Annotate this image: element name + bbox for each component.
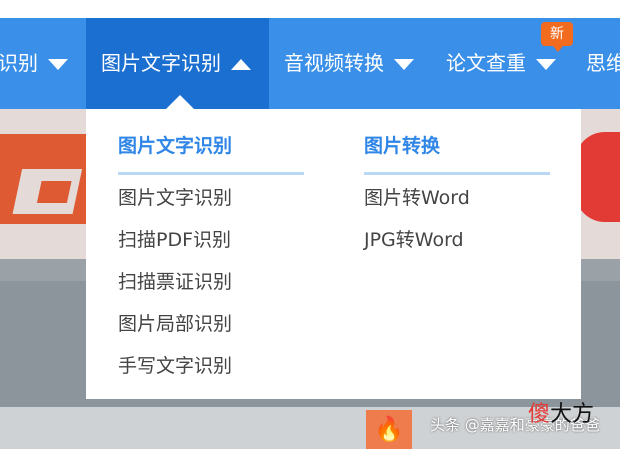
watermark-logo: 傻大方 — [528, 402, 595, 427]
banner-red-shape — [575, 132, 620, 222]
chevron-up-icon — [231, 59, 251, 70]
nav-item-plagiarism-check[interactable]: 论文查重 — [446, 18, 556, 109]
new-badge: 新 — [541, 22, 573, 52]
column-title: 图片转换 — [364, 134, 550, 175]
nav-item-mindmap[interactable]: 思维 — [586, 18, 620, 109]
fire-icon[interactable]: 🔥 — [366, 410, 412, 449]
menu-item-image-text-ocr[interactable]: 图片文字识别 — [118, 177, 304, 219]
top-nav: 识别 图片文字识别 音视频转换 论文查重 思维 — [0, 18, 620, 109]
chevron-down-icon — [394, 59, 414, 70]
dropdown-pointer — [166, 95, 194, 109]
chevron-down-icon — [536, 59, 556, 70]
menu-item-image-to-word[interactable]: 图片转Word — [364, 177, 550, 219]
chevron-down-icon — [48, 59, 68, 70]
column-title: 图片文字识别 — [118, 134, 304, 175]
menu-item-scan-receipt[interactable]: 扫描票证识别 — [118, 261, 304, 303]
dropdown-column-ocr: 图片文字识别 图片文字识别 扫描PDF识别 扫描票证识别 图片局部识别 手写文字… — [118, 134, 304, 387]
menu-item-partial-ocr[interactable]: 图片局部识别 — [118, 303, 304, 345]
menu-item-handwriting[interactable]: 手写文字识别 — [118, 345, 304, 387]
image-ocr-dropdown: 图片文字识别 图片文字识别 扫描PDF识别 扫描票证识别 图片局部识别 手写文字… — [86, 109, 581, 399]
menu-item-scan-pdf[interactable]: 扫描PDF识别 — [118, 219, 304, 261]
menu-item-jpg-to-word[interactable]: JPG转Word — [364, 219, 550, 261]
nav-item-av-convert[interactable]: 音视频转换 — [284, 18, 414, 109]
nav-item-recognition[interactable]: 识别 — [0, 18, 68, 109]
dropdown-column-convert: 图片转换 图片转Word JPG转Word — [364, 134, 550, 261]
